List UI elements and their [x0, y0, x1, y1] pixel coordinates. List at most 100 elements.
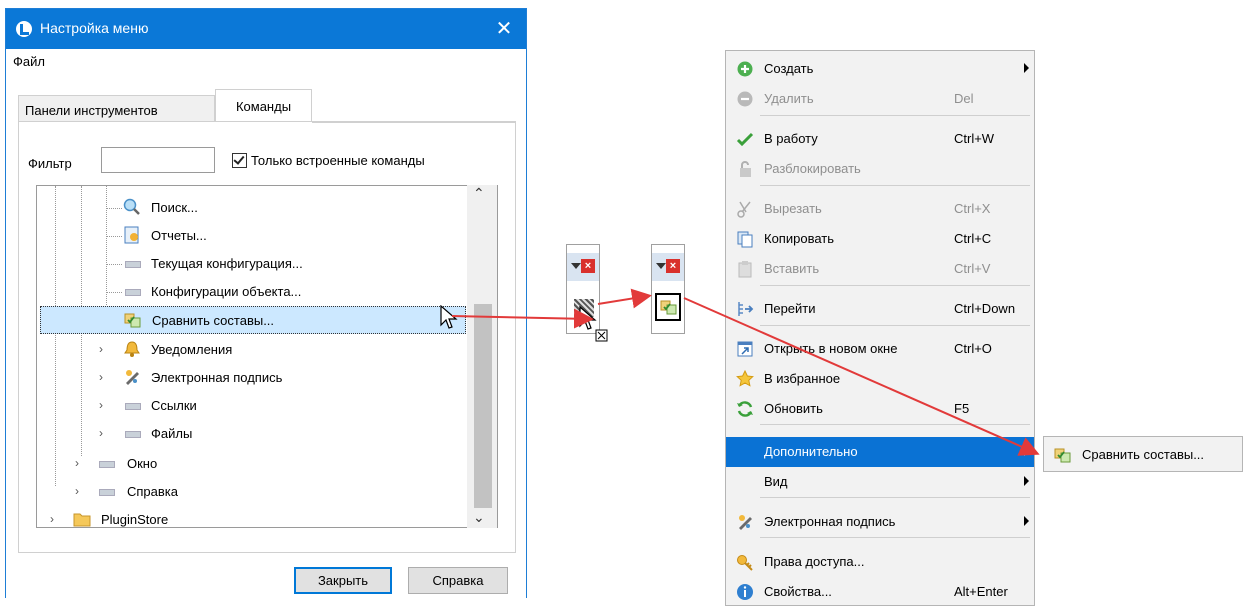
tree-item-pluginstore[interactable]: › PluginStore	[37, 506, 467, 527]
drag-arrow-2	[597, 288, 652, 309]
close-icon[interactable]: ×	[581, 259, 595, 273]
menu-separator	[760, 285, 1030, 286]
close-button[interactable]: Закрыть	[294, 567, 392, 594]
menu-separator	[760, 185, 1030, 186]
add-icon	[737, 61, 753, 77]
menu-item-paste[interactable]: Вставить Ctrl+V	[726, 254, 1034, 284]
menu-item-access-rights[interactable]: Права доступа...	[726, 547, 1034, 577]
tree-item-help[interactable]: › Справка	[37, 478, 467, 506]
menu-separator	[760, 424, 1030, 425]
search-icon	[123, 198, 140, 215]
chevron-right-icon[interactable]: ›	[75, 484, 79, 498]
menu-item-label: В работу	[764, 131, 818, 146]
menu-item-label: Дополнительно	[764, 444, 858, 459]
star-icon	[736, 370, 754, 387]
scrollbar-thumb[interactable]	[474, 304, 492, 508]
menu-item-properties[interactable]: Свойства... Alt+Enter	[726, 577, 1034, 607]
filter-label: Фильтр	[28, 156, 72, 171]
menu-item-copy[interactable]: Копировать Ctrl+C	[726, 224, 1034, 254]
chevron-right-icon[interactable]: ›	[99, 426, 103, 440]
signature-icon	[126, 370, 139, 385]
only-builtin-checkbox[interactable]	[232, 153, 247, 168]
menu-item-favorites[interactable]: В избранное	[726, 364, 1034, 394]
tree-item-compare[interactable]: Сравнить составы...	[40, 306, 466, 334]
key-icon	[737, 555, 753, 571]
tab-commands[interactable]: Команды	[215, 89, 312, 123]
mouse-cursor-icon	[440, 305, 458, 329]
menu-item-label: Открыть в новом окне	[764, 341, 898, 356]
compare-icon	[1054, 448, 1071, 463]
toolbar-after: ×	[651, 244, 685, 334]
menu-item-open-new-window[interactable]: Открыть в новом окне Ctrl+O	[726, 334, 1034, 364]
command-icon	[125, 261, 141, 268]
chevron-right-icon[interactable]: ›	[50, 512, 54, 526]
help-button[interactable]: Справка	[408, 567, 508, 594]
tree-item-reports[interactable]: Отчеты...	[37, 222, 467, 250]
only-builtin-label[interactable]: Только встроенные команды	[251, 153, 425, 168]
menu-item-unlock[interactable]: Разблокировать	[726, 154, 1034, 184]
dropdown-icon[interactable]	[571, 263, 581, 269]
menu-item-label: Обновить	[764, 401, 823, 416]
submenu-arrow-icon	[1024, 63, 1029, 73]
delete-icon	[737, 91, 753, 107]
chevron-right-icon[interactable]: ›	[75, 456, 79, 470]
dropdown-icon[interactable]	[656, 263, 666, 269]
menu-item-additional[interactable]: Дополнительно	[726, 437, 1034, 467]
menu-item-label: Свойства...	[764, 584, 832, 599]
menu-item-label: Вырезать	[764, 201, 822, 216]
dialog-menubar: Файл	[6, 49, 526, 75]
tree-item-links[interactable]: › Ссылки	[37, 392, 467, 420]
dialog-body: Настройка меню ✕ Файл Панели инструменто…	[6, 9, 526, 599]
menu-item-label: Копировать	[764, 231, 834, 246]
menu-item-e-signature[interactable]: Электронная подпись	[726, 507, 1034, 537]
copy-icon	[737, 231, 753, 248]
menu-item-create[interactable]: Создать	[726, 54, 1034, 84]
toolbar-compare-button[interactable]	[655, 293, 681, 321]
menu-item-label: Права доступа...	[764, 554, 865, 569]
unlock-icon	[740, 161, 751, 177]
close-icon[interactable]: ×	[666, 259, 680, 273]
filter-input[interactable]	[101, 147, 215, 173]
menu-item-delete[interactable]: Удалить Del	[726, 84, 1034, 114]
tree-item-e-signature[interactable]: › Электронная подпись	[37, 364, 467, 392]
tree-item-notifications[interactable]: › Уведомления	[37, 336, 467, 364]
menu-item-refresh[interactable]: Обновить F5	[726, 394, 1034, 424]
checkmark-icon	[736, 132, 754, 147]
command-icon	[99, 489, 115, 496]
menu-item-label: Электронная подпись	[764, 514, 896, 529]
compare-icon	[124, 313, 141, 328]
close-icon[interactable]: ✕	[488, 13, 520, 45]
tree-item-search[interactable]: Поиск...	[37, 194, 467, 222]
menu-item-goto[interactable]: Перейти Ctrl+Down	[726, 294, 1034, 324]
dialog-titlebar: Настройка меню ✕	[6, 9, 526, 49]
tree-item-object-configs[interactable]: Конфигурации объекта...	[37, 278, 467, 306]
menu-separator	[760, 325, 1030, 326]
menu-item-label: Вид	[764, 474, 788, 489]
tree-item-window[interactable]: › Окно	[37, 450, 467, 478]
menu-item-shortcut: F5	[954, 401, 970, 416]
menu-item-label: Перейти	[764, 301, 816, 316]
submenu-arrow-icon	[1024, 476, 1029, 486]
menu-file[interactable]: Файл	[13, 54, 45, 69]
menu-item-shortcut: Alt+Enter	[954, 584, 1008, 599]
scroll-up-icon[interactable]: ⌃	[473, 185, 485, 202]
submenu-arrow-icon	[1024, 516, 1029, 526]
folder-icon	[73, 513, 91, 527]
commands-tree[interactable]: Поиск... Отчеты... Текущая конфигурация.…	[36, 185, 498, 528]
chevron-right-icon[interactable]: ›	[99, 342, 103, 356]
menu-item-to-work[interactable]: В работу Ctrl+W	[726, 124, 1034, 154]
menu-item-view[interactable]: Вид	[726, 467, 1034, 497]
signature-icon	[739, 515, 752, 530]
tree-item-files[interactable]: › Файлы	[37, 420, 467, 448]
command-icon	[99, 461, 115, 468]
tree-item-current-config[interactable]: Текущая конфигурация...	[37, 250, 467, 278]
app-logo-icon	[16, 21, 32, 37]
menu-item-shortcut: Del	[954, 91, 974, 106]
scroll-down-icon[interactable]: ⌄	[473, 509, 485, 526]
submenu-item-compare[interactable]: Сравнить составы...	[1082, 447, 1204, 462]
chevron-right-icon[interactable]: ›	[99, 398, 103, 412]
chevron-right-icon[interactable]: ›	[99, 370, 103, 384]
menu-item-cut[interactable]: Вырезать Ctrl+X	[726, 194, 1034, 224]
menu-item-label: Создать	[764, 61, 814, 76]
tab-toolbars[interactable]: Панели инструментов	[18, 95, 215, 123]
